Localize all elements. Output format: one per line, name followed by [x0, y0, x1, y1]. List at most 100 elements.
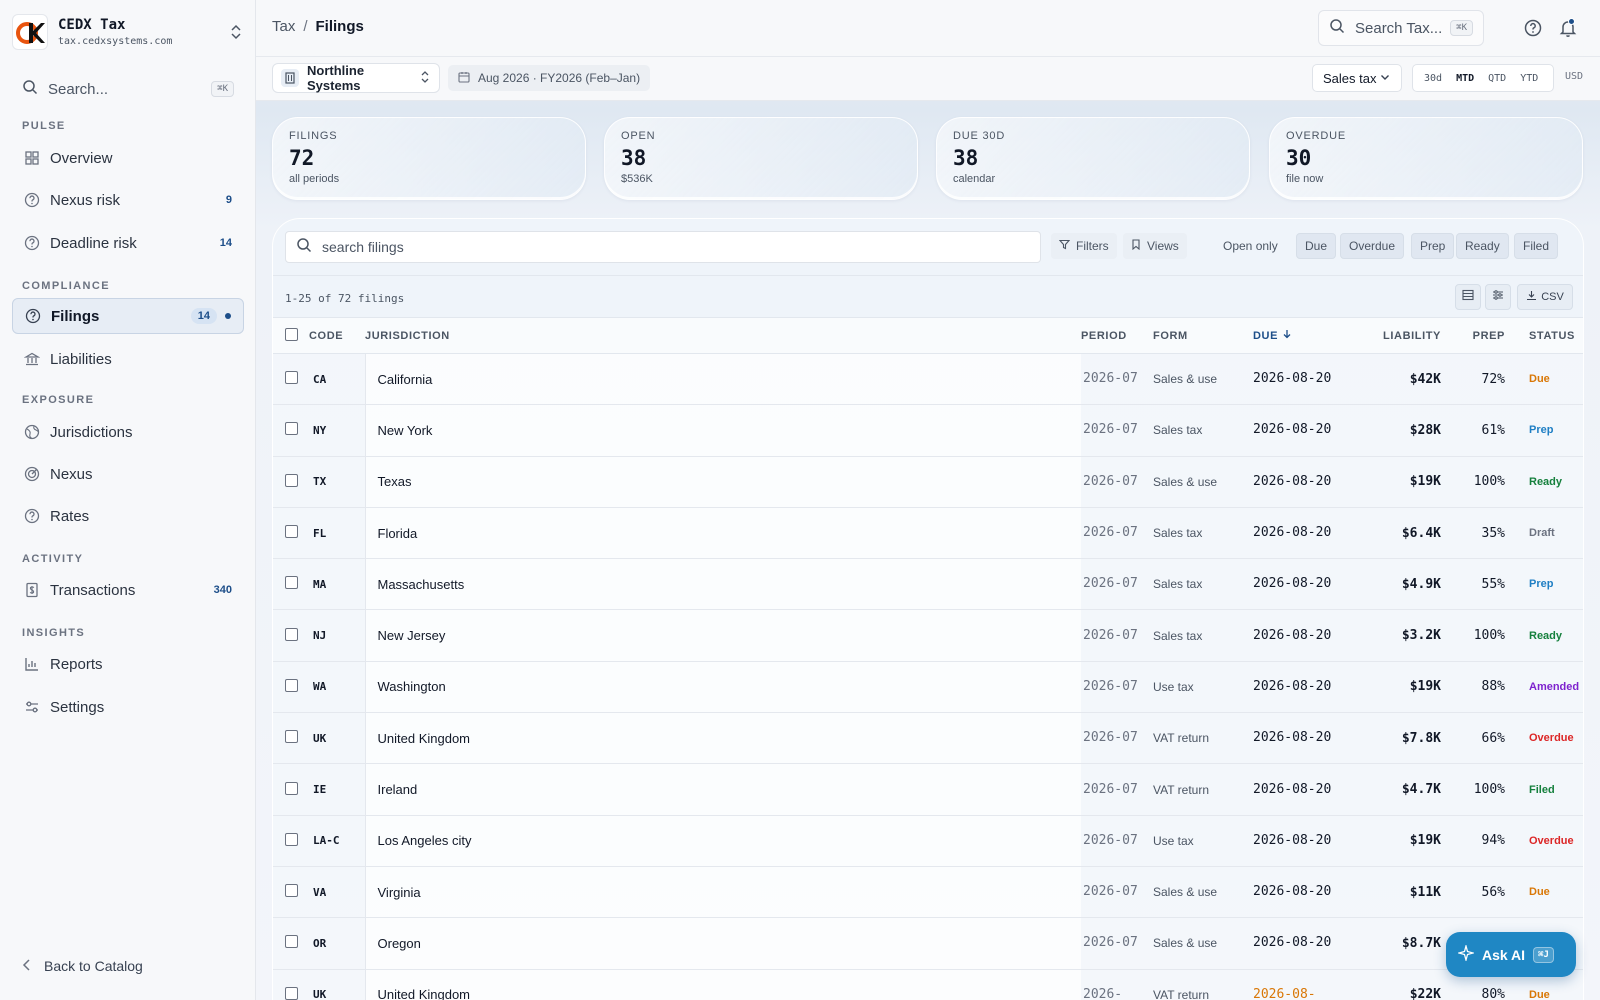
select-all-checkbox[interactable]: [285, 327, 298, 341]
row-checkbox[interactable]: [285, 935, 298, 949]
cell-jurisdiction[interactable]: California: [364, 353, 1081, 406]
range-qtd[interactable]: QTD: [1481, 73, 1513, 84]
sidebar-item-liabilities[interactable]: Liabilities: [12, 341, 244, 377]
cell-jurisdiction[interactable]: Oregon: [364, 917, 1081, 970]
cell-jurisdiction[interactable]: Washington: [364, 661, 1081, 714]
grid-icon: [24, 150, 40, 166]
row-checkbox[interactable]: [285, 730, 298, 744]
table-row[interactable]: CA California 2026-07 Sales & use 2026-08-20…: [273, 353, 1583, 406]
chip-prep[interactable]: Prep: [1411, 233, 1455, 259]
column-header-form[interactable]: FORM: [1153, 317, 1253, 354]
density-toggle-button[interactable]: [1455, 284, 1481, 310]
columns-settings-button[interactable]: [1485, 284, 1511, 310]
back-to-catalog-link[interactable]: Back to Catalog: [22, 958, 143, 974]
row-checkbox[interactable]: [285, 884, 298, 898]
cell-jurisdiction[interactable]: Ireland: [364, 763, 1081, 816]
chip-ready[interactable]: Ready: [1456, 233, 1509, 259]
sidebar-item-nexus-risk[interactable]: Nexus risk 9: [12, 182, 244, 218]
kpi-card-filings[interactable]: FILINGS 72 all periods: [272, 117, 586, 200]
sidebar-item-jurisdictions[interactable]: Jurisdictions: [12, 414, 244, 450]
range-mtd[interactable]: MTD: [1449, 73, 1481, 84]
table-row[interactable]: WA Washington 2026-07 Use tax 2026-08-20 $19K…: [273, 661, 1583, 714]
row-checkbox[interactable]: [285, 422, 298, 436]
table-row[interactable]: MA Massachusetts 2026-07 Sales tax 2026-08-2…: [273, 558, 1583, 611]
column-header-jurisdiction[interactable]: JURISDICTION: [365, 317, 1081, 354]
row-checkbox[interactable]: [285, 627, 298, 641]
sidebar-item-reports[interactable]: Reports: [12, 646, 244, 682]
filters-button[interactable]: Filters: [1051, 233, 1117, 259]
row-checkbox[interactable]: [285, 473, 298, 487]
column-header-status[interactable]: STATUS: [1513, 317, 1583, 354]
cell-jurisdiction[interactable]: Los Angeles city: [364, 815, 1081, 867]
table-row[interactable]: LA-C Los Angeles city 2026-07 Use tax 2026-0…: [273, 815, 1583, 867]
cell-jurisdiction[interactable]: Virginia: [364, 866, 1081, 919]
search-shortcut: ⌘K: [211, 81, 234, 97]
row-checkbox[interactable]: [285, 678, 298, 692]
cell-jurisdiction[interactable]: Texas: [364, 456, 1081, 508]
sidebar-item-label: Nexus: [50, 465, 93, 483]
cell-jurisdiction[interactable]: New York: [364, 404, 1081, 457]
row-checkbox[interactable]: [285, 576, 298, 590]
table-row[interactable]: TX Texas 2026-07 Sales & use 2026-08-20 $19K 1…: [273, 456, 1583, 508]
filings-search-input[interactable]: search filings: [285, 231, 1041, 263]
kpi-card-due-30d[interactable]: DUE 30D 38 calendar: [936, 117, 1250, 200]
chip-open-only[interactable]: Open only: [1215, 233, 1286, 259]
row-checkbox[interactable]: [285, 986, 298, 1000]
tax-type-select[interactable]: Sales tax: [1312, 64, 1402, 92]
row-checkbox[interactable]: [285, 832, 298, 846]
sidebar-item-filings[interactable]: Filings 14: [12, 298, 244, 334]
help-icon[interactable]: [1523, 18, 1543, 38]
ask-ai-button[interactable]: Ask AI ⌘J: [1446, 932, 1576, 977]
table-row[interactable]: VA Virginia 2026-07 Sales & use 2026-08-20 $1…: [273, 866, 1583, 919]
range-ytd[interactable]: YTD: [1513, 73, 1545, 84]
sidebar-item-settings[interactable]: Settings: [12, 689, 244, 725]
table-row[interactable]: FL Florida 2026-07 Sales tax 2026-08-20 $6.4K…: [273, 507, 1583, 560]
cell-due: 2026-08-20: [1253, 353, 1349, 406]
column-header-period[interactable]: PERIOD: [1081, 317, 1153, 354]
row-checkbox[interactable]: [285, 371, 298, 385]
row-checkbox[interactable]: [285, 781, 298, 795]
chip-overdue[interactable]: Overdue: [1340, 233, 1405, 259]
cell-jurisdiction[interactable]: United Kingdom: [364, 969, 1081, 1000]
cell-jurisdiction[interactable]: Florida: [364, 507, 1081, 560]
cell-jurisdiction[interactable]: United Kingdom: [364, 712, 1081, 765]
range-30d[interactable]: 30d: [1417, 73, 1449, 84]
cell-jurisdiction[interactable]: New Jersey: [364, 609, 1081, 662]
table-row[interactable]: OR Oregon 2026-07 Sales & use 2026-08-20 $8.7…: [273, 917, 1583, 970]
table-icon: [1462, 288, 1474, 306]
column-header-prep[interactable]: PREP: [1449, 317, 1513, 354]
cell-prep: 35%: [1449, 507, 1513, 560]
row-checkbox[interactable]: [285, 525, 298, 539]
column-header-liability[interactable]: LIABILITY: [1349, 317, 1449, 354]
sidebar-item-overview[interactable]: Overview: [12, 140, 244, 176]
table-row[interactable]: UK United Kingdom 2026-07 VAT return 2026-08…: [273, 712, 1583, 765]
sidebar-item-transactions[interactable]: Transactions 340: [12, 572, 244, 608]
sidebar-item-nexus[interactable]: Nexus: [12, 456, 244, 492]
cell-jurisdiction[interactable]: Massachusetts: [364, 558, 1081, 611]
chip-due[interactable]: Due: [1296, 233, 1337, 259]
column-header-code[interactable]: CODE: [309, 317, 365, 354]
kpi-card-overdue[interactable]: OVERDUE 30 file now: [1269, 117, 1583, 200]
sidebar-item-rates[interactable]: Rates: [12, 498, 244, 534]
table-row[interactable]: NY New York 2026-07 Sales tax 2026-08-20 $28K…: [273, 404, 1583, 457]
status-badge: Amended: [1513, 661, 1583, 714]
column-header-due[interactable]: DUE: [1253, 317, 1349, 354]
period-selector[interactable]: Aug 2026 · FY2026 (Feb–Jan): [448, 65, 651, 91]
sidebar-search[interactable]: Search... ⌘K: [12, 72, 244, 106]
kpi-card-open[interactable]: OPEN 38 $536K: [604, 117, 918, 200]
currency-label[interactable]: USD: [1565, 71, 1583, 82]
table-row[interactable]: UK United Kingdom 2026- VAT return 2026-08- $…: [273, 969, 1583, 1000]
cell-prep: 100%: [1449, 456, 1513, 508]
header-search[interactable]: Search Tax... ⌘K: [1318, 10, 1484, 46]
table-row[interactable]: NJ New Jersey 2026-07 Sales tax 2026-08-20 $3…: [273, 609, 1583, 662]
workspace-switcher[interactable]: CEDX Tax tax.cedxsystems.com: [12, 12, 244, 52]
chip-filed[interactable]: Filed: [1514, 233, 1559, 259]
table-row[interactable]: IE Ireland 2026-07 VAT return 2026-08-20 $4.7…: [273, 763, 1583, 816]
entity-selector[interactable]: Northline Systems: [272, 63, 440, 93]
cell-period: 2026-07: [1081, 763, 1153, 816]
views-button[interactable]: Views: [1123, 233, 1187, 259]
sidebar-item-deadline-risk[interactable]: Deadline risk 14: [12, 225, 244, 261]
export-csv-button[interactable]: CSV: [1517, 284, 1573, 310]
breadcrumb-tax[interactable]: Tax: [272, 18, 295, 35]
cell-liability: $22K: [1349, 969, 1449, 1000]
